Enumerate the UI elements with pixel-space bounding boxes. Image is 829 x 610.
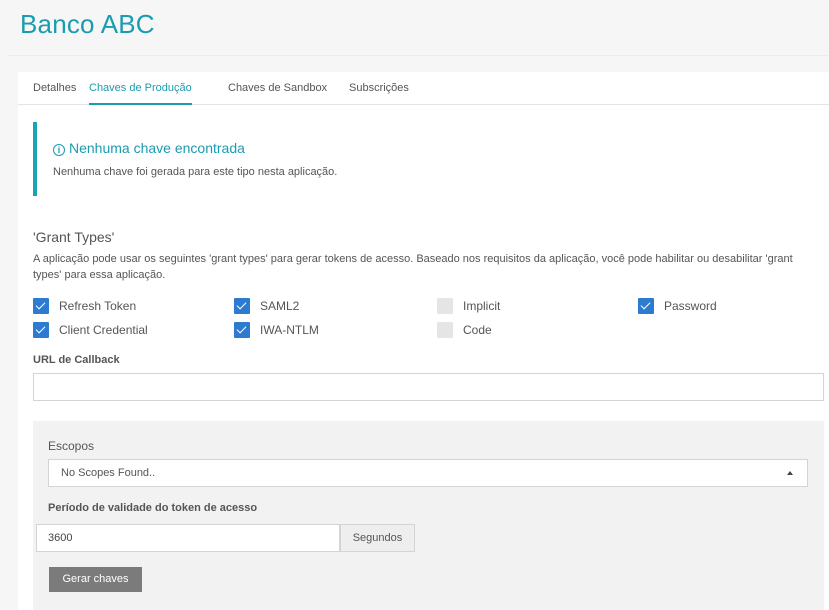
checkbox-unchecked-icon <box>437 322 453 338</box>
checkbox-label: IWA-NTLM <box>260 323 319 337</box>
checkbox-checked-icon <box>638 298 654 314</box>
grant-client-credential-checkbox[interactable]: Client Credential <box>33 322 148 338</box>
checkbox-unchecked-icon <box>437 298 453 314</box>
scopes-select[interactable]: No Scopes Found.. <box>48 459 808 487</box>
callback-url-label: URL de Callback <box>33 354 120 366</box>
grant-saml2-checkbox[interactable]: SAML2 <box>234 298 299 314</box>
checkbox-checked-icon <box>234 298 250 314</box>
grant-types-description: A aplicação pode usar os seguintes 'gran… <box>33 253 793 281</box>
tab-subscriptions[interactable]: Subscrições <box>349 72 409 105</box>
checkbox-checked-icon <box>33 322 49 338</box>
checkbox-checked-icon <box>33 298 49 314</box>
token-validity-label: Período de validade do token de acesso <box>48 502 258 514</box>
alert-title: i Nenhuma chave encontrada <box>53 140 245 156</box>
tab-production-keys[interactable]: Chaves de Produção <box>89 72 192 105</box>
scopes-label: Escopos <box>48 439 95 453</box>
app-title: Banco ABC <box>20 9 155 39</box>
token-validity-input[interactable]: 3600 <box>36 524 340 552</box>
tab-sandbox-keys[interactable]: Chaves de Sandbox <box>228 72 327 105</box>
caret-up-icon <box>787 471 793 475</box>
grant-refresh-token-checkbox[interactable]: Refresh Token <box>33 298 136 314</box>
checkbox-label: Password <box>664 299 717 313</box>
checkbox-label: Client Credential <box>59 323 148 337</box>
checkbox-label: Code <box>463 323 492 337</box>
generate-keys-button[interactable]: Gerar chaves <box>49 567 142 592</box>
grant-code-checkbox[interactable]: Code <box>437 322 492 338</box>
alert-text: Nenhuma chave foi gerada para este tipo … <box>53 166 338 178</box>
checkbox-label: Implicit <box>463 299 501 313</box>
grant-implicit-checkbox[interactable]: Implicit <box>437 298 500 314</box>
scopes-select-value: No Scopes Found.. <box>61 467 156 479</box>
alert-title-text: Nenhuma chave encontrada <box>69 140 245 156</box>
tab-details[interactable]: Detalhes <box>33 72 76 105</box>
main-content: Detalhes Chaves de Produção Chaves de Sa… <box>18 72 829 610</box>
token-validity-unit: Segundos <box>340 524 415 552</box>
grant-password-checkbox[interactable]: Password <box>638 298 717 314</box>
callback-url-input[interactable] <box>33 373 824 401</box>
no-keys-alert: i Nenhuma chave encontrada Nenhuma chave … <box>33 122 813 196</box>
header: Banco ABC <box>8 0 829 56</box>
tab-bar: Detalhes Chaves de Produção Chaves de Sa… <box>18 72 829 105</box>
checkbox-label: Refresh Token <box>59 299 137 313</box>
info-icon: i <box>53 144 65 156</box>
checkbox-checked-icon <box>234 322 250 338</box>
token-validity-value: 3600 <box>48 532 73 544</box>
key-settings-panel: Escopos No Scopes Found.. Período de val… <box>33 421 824 610</box>
grant-iwa-ntlm-checkbox[interactable]: IWA-NTLM <box>234 322 319 338</box>
grant-types-title: 'Grant Types' <box>33 229 115 245</box>
checkbox-label: SAML2 <box>260 299 300 313</box>
